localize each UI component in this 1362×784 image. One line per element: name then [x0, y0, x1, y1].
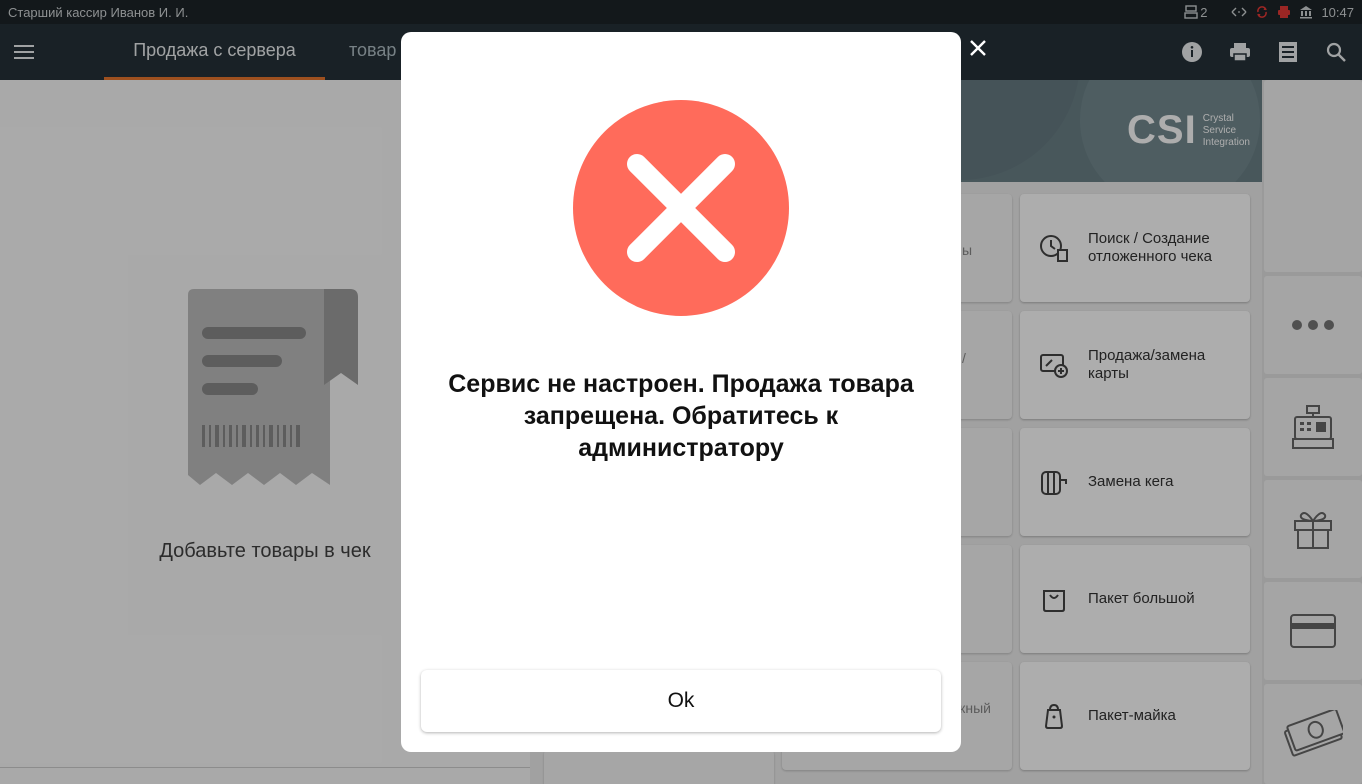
- error-message: Сервис не настроен. Продажа товара запре…: [448, 370, 914, 462]
- error-dialog: Сервис не настроен. Продажа товара запре…: [401, 32, 961, 752]
- close-icon[interactable]: [966, 36, 990, 60]
- error-x-icon: [627, 154, 735, 262]
- ok-button[interactable]: Ok: [421, 670, 941, 732]
- error-badge: [573, 100, 789, 316]
